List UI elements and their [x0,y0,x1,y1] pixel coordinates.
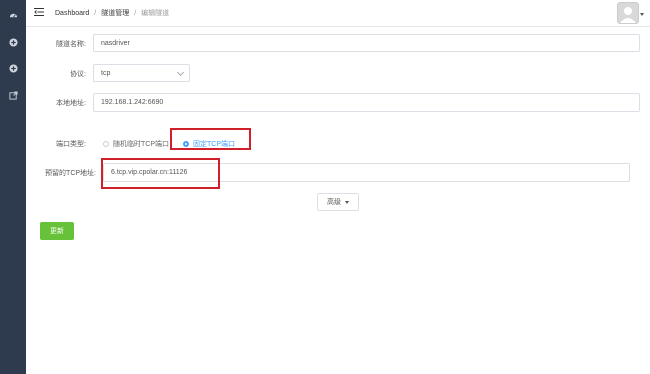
tunnel-name-input[interactable]: nasdriver [93,34,640,52]
update-button-label: 更新 [50,228,64,235]
advanced-button-label: 高级 [327,199,341,206]
chevron-down-icon[interactable] [640,13,644,16]
radio-button[interactable] [103,141,109,147]
top-bar: Dashboard / 隧道管理 / 编辑隧道 [26,0,650,27]
menu-toggle-icon[interactable] [34,7,44,17]
protocol-value: tcp [101,69,111,77]
protocol-label: 协议: [70,71,86,78]
local-address-value: 192.168.1.242:6690 [101,99,164,106]
update-button[interactable]: 更新 [40,222,74,240]
chevron-down-icon [176,68,185,77]
sidebar [0,0,26,374]
external-link-icon[interactable] [8,90,18,100]
advanced-button[interactable]: 高级 [317,193,359,211]
breadcrumb-dashboard[interactable]: Dashboard [55,10,89,17]
breadcrumb: Dashboard / 隧道管理 / 编辑隧道 [55,8,169,18]
plus-circle-icon[interactable] [8,63,18,73]
highlight-box-fixed-tcp [170,128,251,150]
port-type-label: 端口类型: [56,141,86,148]
breadcrumb-separator: / [134,10,137,17]
breadcrumb-separator: / [94,10,97,17]
radio-random-tcp-label: 随机临时TCP端口 [113,141,169,148]
tunnel-name-label: 隧道名称: [56,41,86,48]
caret-down-icon [345,200,349,204]
protocol-select[interactable]: tcp [93,64,190,82]
dashboard-icon[interactable] [8,10,18,20]
plus-circle-icon[interactable] [8,37,18,47]
local-address-label: 本地地址: [56,100,86,107]
radio-random-tcp[interactable]: 随机临时TCP端口 [103,139,169,149]
tunnel-name-value: nasdriver [101,39,130,47]
highlight-box-reserved-tcp [101,158,220,189]
breadcrumb-current: 编辑隧道 [141,10,170,17]
breadcrumb-tunnel-management[interactable]: 隧道管理 [101,10,129,17]
avatar[interactable] [617,2,639,24]
local-address-input[interactable]: 192.168.1.242:6690 [93,93,640,112]
reserved-tcp-label: 预留的TCP地址: [45,170,96,177]
